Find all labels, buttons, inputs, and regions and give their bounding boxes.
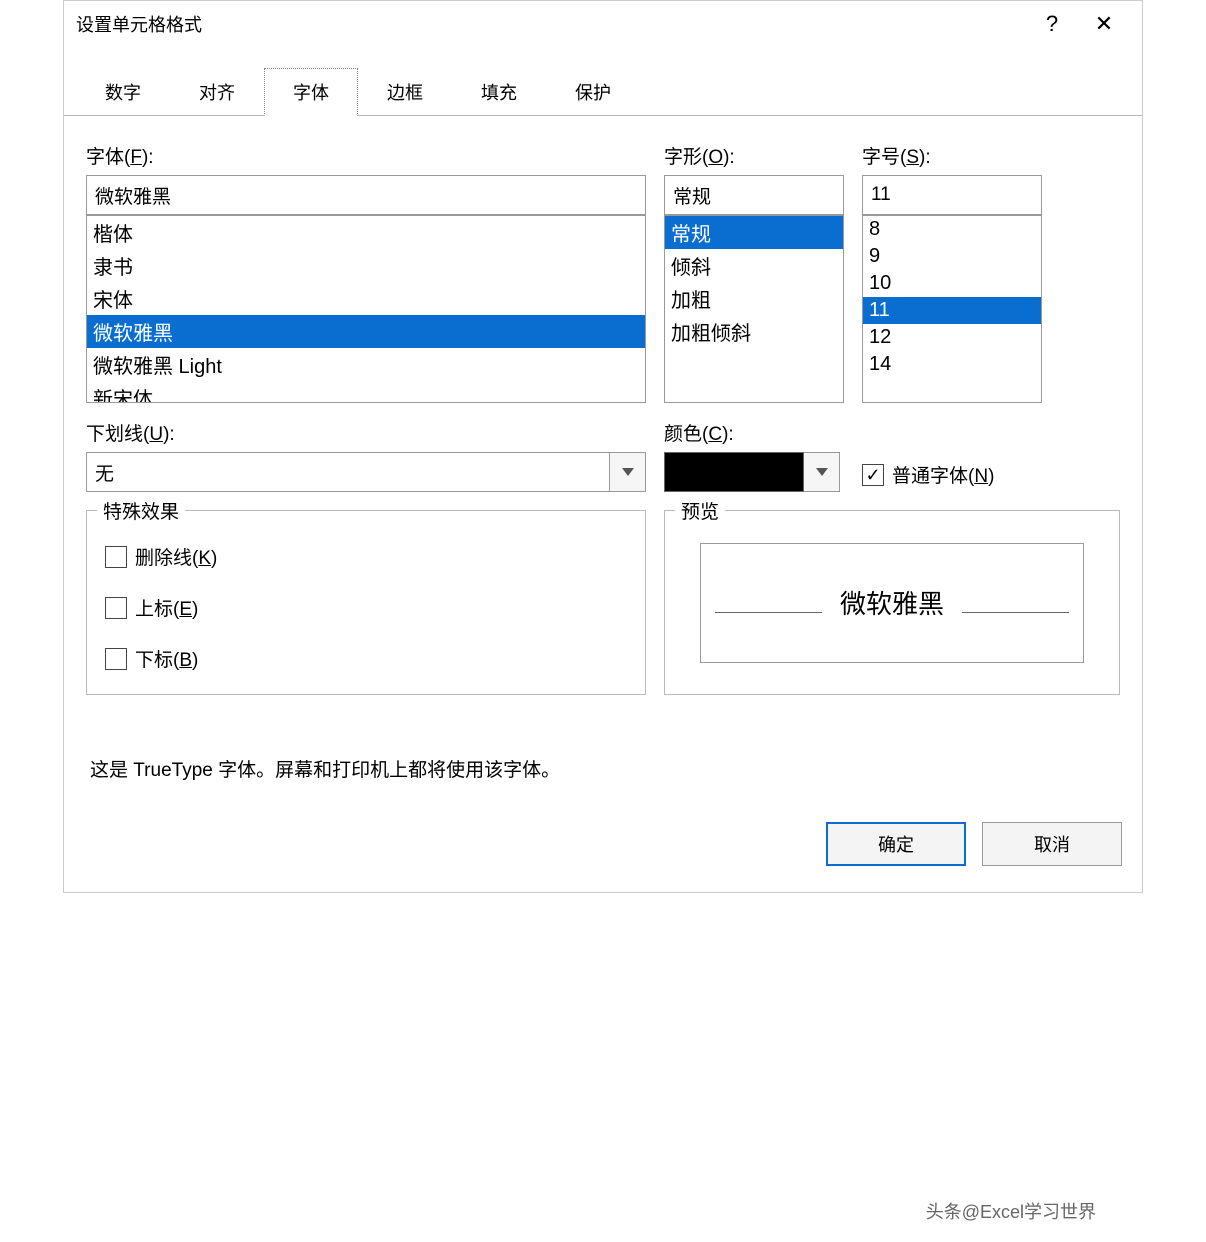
list-item[interactable]: 微软雅黑	[87, 315, 645, 348]
color-swatch[interactable]	[664, 452, 804, 492]
list-item[interactable]: 新宋体	[87, 381, 645, 403]
tab-border[interactable]: 边框	[358, 68, 452, 116]
cancel-button[interactable]: 取消	[982, 822, 1122, 866]
list-item[interactable]: 9	[863, 243, 1041, 270]
font-input[interactable]	[86, 175, 646, 215]
preview-box: 微软雅黑	[700, 543, 1085, 663]
list-item[interactable]: 10	[863, 270, 1041, 297]
list-item[interactable]: 12	[863, 324, 1041, 351]
checkbox-icon[interactable]	[105, 597, 127, 619]
size-label: 字号(S):	[862, 142, 1042, 169]
list-item[interactable]: 加粗倾斜	[665, 315, 843, 348]
checkbox-icon[interactable]	[862, 464, 884, 486]
size-input[interactable]	[862, 175, 1042, 215]
tab-protection[interactable]: 保护	[546, 68, 640, 116]
style-label: 字形(O):	[664, 142, 844, 169]
checkbox-icon[interactable]	[105, 546, 127, 568]
superscript-checkbox[interactable]: 上标(E)	[105, 594, 627, 621]
tab-number[interactable]: 数字	[76, 68, 170, 116]
effects-group: 特殊效果 删除线(K) 上标(E) 下标(B)	[86, 510, 646, 695]
tab-fill[interactable]: 填充	[452, 68, 546, 116]
font-listbox[interactable]: 楷体 隶书 宋体 微软雅黑 微软雅黑 Light 新宋体	[86, 215, 646, 403]
underline-combobox[interactable]: 无	[86, 452, 646, 492]
preview-legend: 预览	[675, 497, 725, 524]
format-cells-dialog: 设置单元格格式 ? ✕ 数字 对齐 字体 边框 填充 保护 字体(F): 楷体 …	[63, 0, 1143, 893]
list-item[interactable]: 隶书	[87, 249, 645, 282]
list-item[interactable]: 11	[863, 297, 1041, 324]
chevron-down-icon	[816, 468, 828, 476]
ok-button[interactable]: 确定	[826, 822, 966, 866]
underline-label: 下划线(U):	[86, 419, 646, 446]
dropdown-button[interactable]	[610, 452, 646, 492]
dropdown-button[interactable]	[804, 452, 840, 492]
tab-bar: 数字 对齐 字体 边框 填充 保护	[64, 47, 1142, 116]
list-item[interactable]: 楷体	[87, 216, 645, 249]
effects-legend: 特殊效果	[97, 497, 185, 524]
list-item[interactable]: 倾斜	[665, 249, 843, 282]
font-hint: 这是 TrueType 字体。屏幕和打印机上都将使用该字体。	[86, 695, 1120, 822]
subscript-checkbox[interactable]: 下标(B)	[105, 645, 627, 672]
size-listbox[interactable]: 8 9 10 11 12 14	[862, 215, 1042, 403]
color-combobox[interactable]	[664, 452, 844, 492]
tab-alignment[interactable]: 对齐	[170, 68, 264, 116]
preview-group: 预览 微软雅黑	[664, 510, 1120, 695]
style-listbox[interactable]: 常规 倾斜 加粗 加粗倾斜	[664, 215, 844, 403]
checkbox-icon[interactable]	[105, 648, 127, 670]
dialog-title: 设置单元格格式	[76, 11, 202, 37]
normal-font-label: 普通字体(N)	[892, 461, 994, 488]
color-label: 颜色(C):	[664, 419, 844, 446]
chevron-down-icon	[622, 468, 634, 476]
list-item[interactable]: 加粗	[665, 282, 843, 315]
underline-value[interactable]: 无	[86, 452, 610, 492]
font-label: 字体(F):	[86, 142, 646, 169]
tab-font[interactable]: 字体	[264, 68, 358, 116]
normal-font-checkbox[interactable]: 普通字体(N)	[862, 461, 994, 488]
tab-content: 字体(F): 楷体 隶书 宋体 微软雅黑 微软雅黑 Light 新宋体 字形(O…	[64, 116, 1142, 822]
list-item[interactable]: 常规	[665, 216, 843, 249]
list-item[interactable]: 微软雅黑 Light	[87, 348, 645, 381]
dialog-buttons: 确定 取消	[64, 822, 1142, 892]
watermark: 头条@Excel学习世界	[926, 1198, 1096, 1224]
list-item[interactable]: 8	[863, 216, 1041, 243]
titlebar: 设置单元格格式 ? ✕	[64, 1, 1142, 47]
style-input[interactable]	[664, 175, 844, 215]
list-item[interactable]: 14	[863, 351, 1041, 378]
preview-sample: 微软雅黑	[822, 584, 962, 621]
help-button[interactable]: ?	[1026, 11, 1078, 37]
list-item[interactable]: 宋体	[87, 282, 645, 315]
close-button[interactable]: ✕	[1078, 11, 1130, 37]
strikethrough-checkbox[interactable]: 删除线(K)	[105, 543, 627, 570]
